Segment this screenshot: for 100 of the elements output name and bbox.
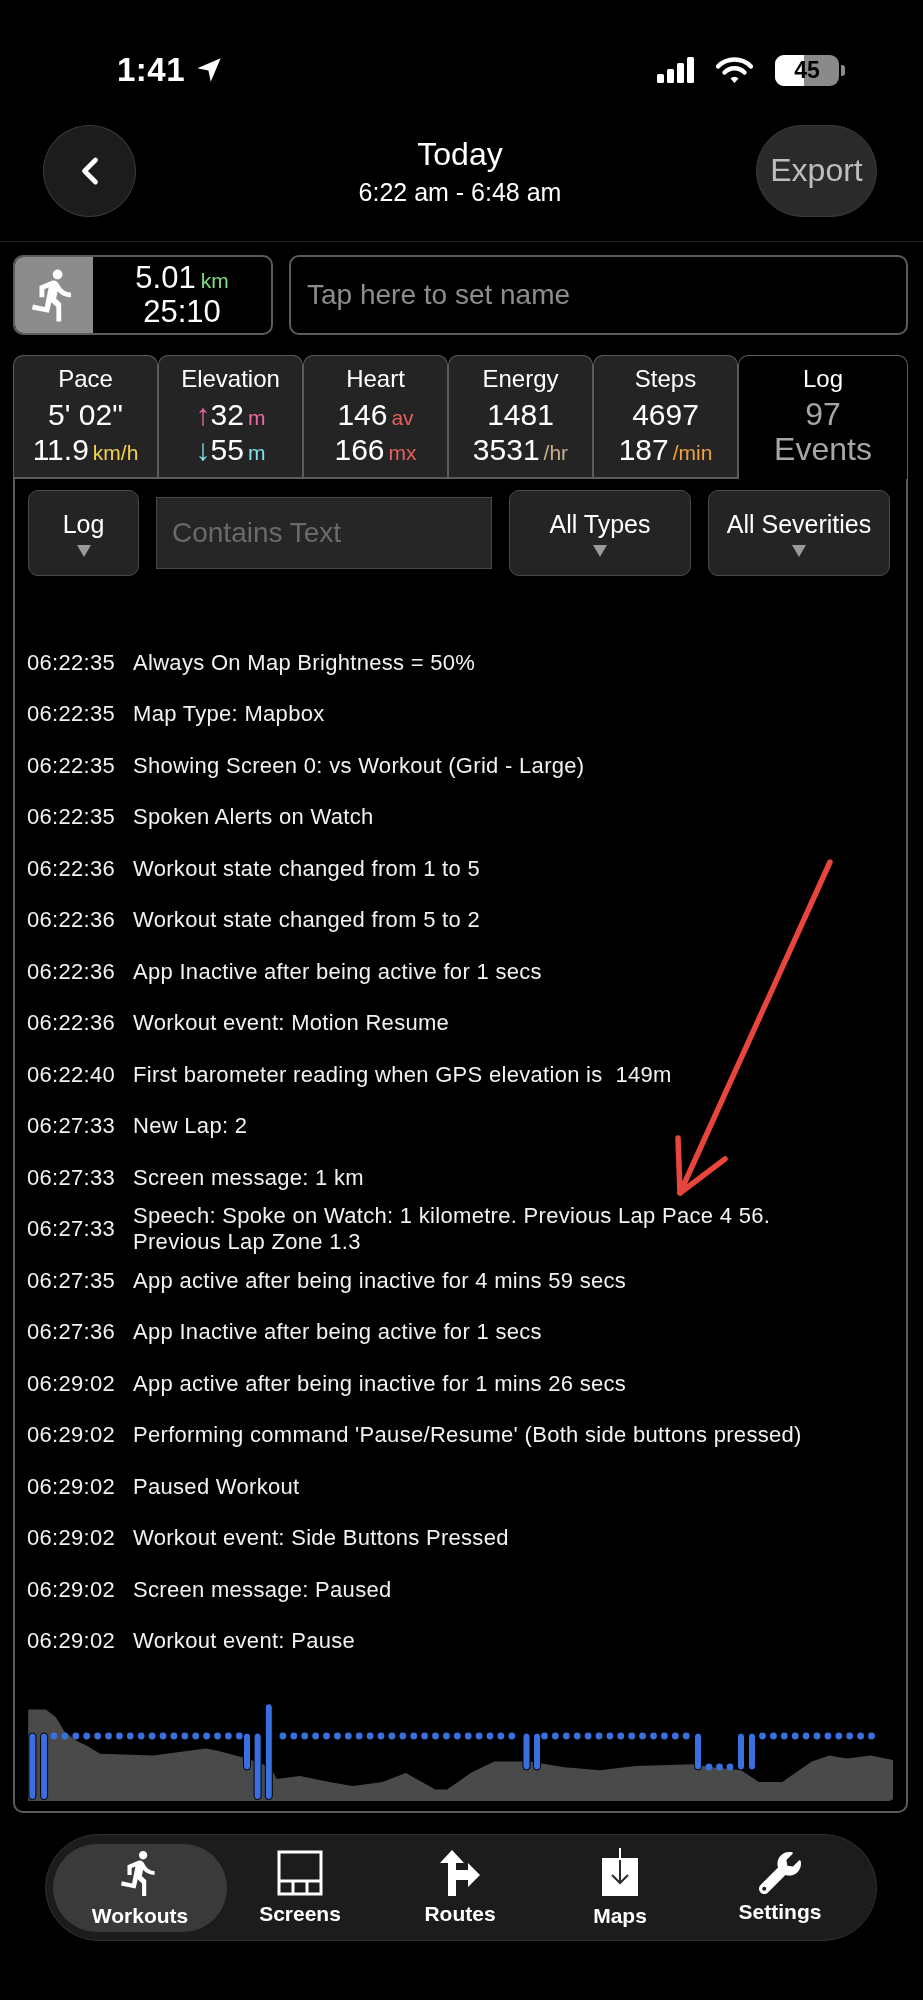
log-time: 06:27:35 <box>27 1267 117 1294</box>
log-message: Always On Map Brightness = 50% <box>133 649 476 676</box>
log-time: 06:27:33 <box>27 1216 117 1243</box>
tab-bar-item[interactable]: Settings <box>707 1843 853 1932</box>
event-bar <box>737 1732 745 1771</box>
stat-unit: km/h <box>92 440 139 466</box>
duration-value: 25:10 <box>143 295 221 329</box>
tab-label: Pace <box>58 364 113 394</box>
event-bar <box>40 1732 49 1801</box>
time-range: 6:22 am - 6:48 am <box>358 176 562 207</box>
tab-bar-item[interactable]: Screens <box>227 1843 373 1932</box>
distance-unit: km <box>200 269 229 292</box>
status-time: 1:41 <box>117 51 186 89</box>
event-bar <box>533 1732 541 1771</box>
event-bar <box>694 1732 702 1771</box>
log-message: Screen message: Paused <box>133 1576 392 1603</box>
tab-bar-item[interactable]: Workouts <box>53 1843 227 1932</box>
stat-value: 11.9 <box>32 432 89 467</box>
log-time: 06:27:33 <box>27 1113 117 1140</box>
caret-icon <box>792 544 806 557</box>
log-time: 06:22:36 <box>27 907 117 934</box>
log-time: 06:29:02 <box>27 1370 117 1397</box>
name-field[interactable]: Tap here to set name <box>289 255 908 335</box>
log-time: 06:22:35 <box>27 752 117 779</box>
log-message: Speech: Spoke on Watch: 1 kilometre. Previous Lap Pace 4 56. Previous Lap Zone 1.3 <box>133 1203 772 1256</box>
log-message: Workout event: Motion Resume <box>133 1010 450 1037</box>
type-filter-dropdown[interactable]: All Types <box>509 490 691 576</box>
tab-bar-item[interactable]: Routes <box>387 1843 533 1932</box>
stat-tab[interactable]: Elevation ↑32 m ↓55 m <box>158 355 303 477</box>
stat-unit: mx <box>388 440 417 466</box>
tab-label: Log <box>802 364 843 394</box>
log-time: 06:27:36 <box>27 1319 117 1346</box>
log-message: Workout state changed from 5 to 2 <box>133 907 480 934</box>
log-time: 06:29:02 <box>27 1628 117 1655</box>
export-button[interactable]: Export <box>756 124 877 217</box>
log-message: App Inactive after being active for 1 secs <box>133 1319 542 1346</box>
caret-icon <box>76 544 91 557</box>
log-time: 06:29:02 <box>27 1576 117 1603</box>
search-field[interactable]: Contains Text <box>156 497 492 569</box>
stat-value: 1481 <box>487 397 554 432</box>
log-time: 06:22:36 <box>27 855 117 882</box>
log-message: App Inactive after being active for 1 secs <box>133 958 542 985</box>
log-message: Spoken Alerts on Watch <box>133 804 374 831</box>
log-source-dropdown[interactable]: Log <box>28 490 139 576</box>
stat-unit: /min <box>672 440 713 466</box>
stat-tab[interactable]: Heart 146 av 166 mx <box>303 355 448 477</box>
tab-bar-item[interactable]: Maps <box>547 1843 693 1932</box>
distance-value: 5.01 <box>135 260 196 295</box>
log-time: 06:22:36 <box>27 1010 117 1037</box>
stat-value: 166 <box>334 432 385 467</box>
tab-label: Energy <box>482 364 559 394</box>
download-box-icon <box>600 1847 640 1898</box>
stat-value: 146 <box>337 397 388 432</box>
log-message: Workout state changed from 1 to 5 <box>133 855 480 882</box>
stat-unit: /hr <box>543 440 569 466</box>
stat-tab[interactable]: Steps 4697 187/min <box>593 355 738 477</box>
stat-tab[interactable]: Energy 1481 3531/hr <box>448 355 593 477</box>
page-title: Today <box>417 134 503 173</box>
log-time: 06:22:35 <box>27 804 117 831</box>
log-time: 06:22:40 <box>27 1061 117 1088</box>
event-bar <box>28 1732 37 1801</box>
trend-arrow: ↓ <box>195 432 211 467</box>
route-fork-icon <box>440 1849 480 1896</box>
wifi-icon <box>716 56 753 84</box>
stat-value: 97 <box>805 397 841 432</box>
stat-value: 4697 <box>632 397 699 432</box>
trend-arrow: ↑ <box>195 397 211 432</box>
event-bar <box>243 1732 251 1771</box>
event-bar <box>522 1732 531 1771</box>
log-message: Workout event: Pause <box>133 1628 356 1655</box>
log-time: 06:27:33 <box>27 1164 117 1191</box>
log-message: Workout event: Side Buttons Pressed <box>133 1525 509 1552</box>
log-time: 06:29:02 <box>27 1473 117 1500</box>
stat-value: Events <box>774 432 872 467</box>
stat-tab[interactable]: Pace 5' 02" 11.9 km/h <box>13 355 158 477</box>
wrench-icon <box>759 1851 801 1894</box>
stat-tab[interactable]: Log 97 Events <box>738 355 908 479</box>
stat-value: 32 <box>210 397 244 432</box>
screen-layout-icon <box>277 1849 323 1896</box>
log-message: App active after being inactive for 4 mins 59 secs <box>133 1267 627 1294</box>
log-time: 06:22:36 <box>27 958 117 985</box>
stat-value: 187 <box>618 432 669 467</box>
log-message: Map Type: Mapbox <box>133 701 325 728</box>
runner-icon <box>15 257 93 333</box>
stat-value: 55 <box>210 432 244 467</box>
event-bar <box>253 1732 262 1801</box>
signal-icon <box>657 57 694 83</box>
tab-label: Steps <box>634 364 697 394</box>
log-message: Performing command 'Pause/Resume' (Both side buttons pressed) <box>133 1422 802 1449</box>
stat-unit: m <box>247 440 266 466</box>
log-time: 06:22:35 <box>27 649 117 676</box>
tab-label: Elevation <box>181 364 280 394</box>
caret-icon <box>593 544 607 557</box>
log-message: Showing Screen 0: vs Workout (Grid - Large) <box>133 752 585 779</box>
log-time: 06:29:02 <box>27 1422 117 1449</box>
stat-unit: m <box>247 405 266 431</box>
tab-label: Heart <box>346 364 405 394</box>
stat-value: 3531 <box>472 432 540 467</box>
stat-unit: av <box>391 405 414 431</box>
severity-filter-dropdown[interactable]: All Severities <box>708 490 890 576</box>
